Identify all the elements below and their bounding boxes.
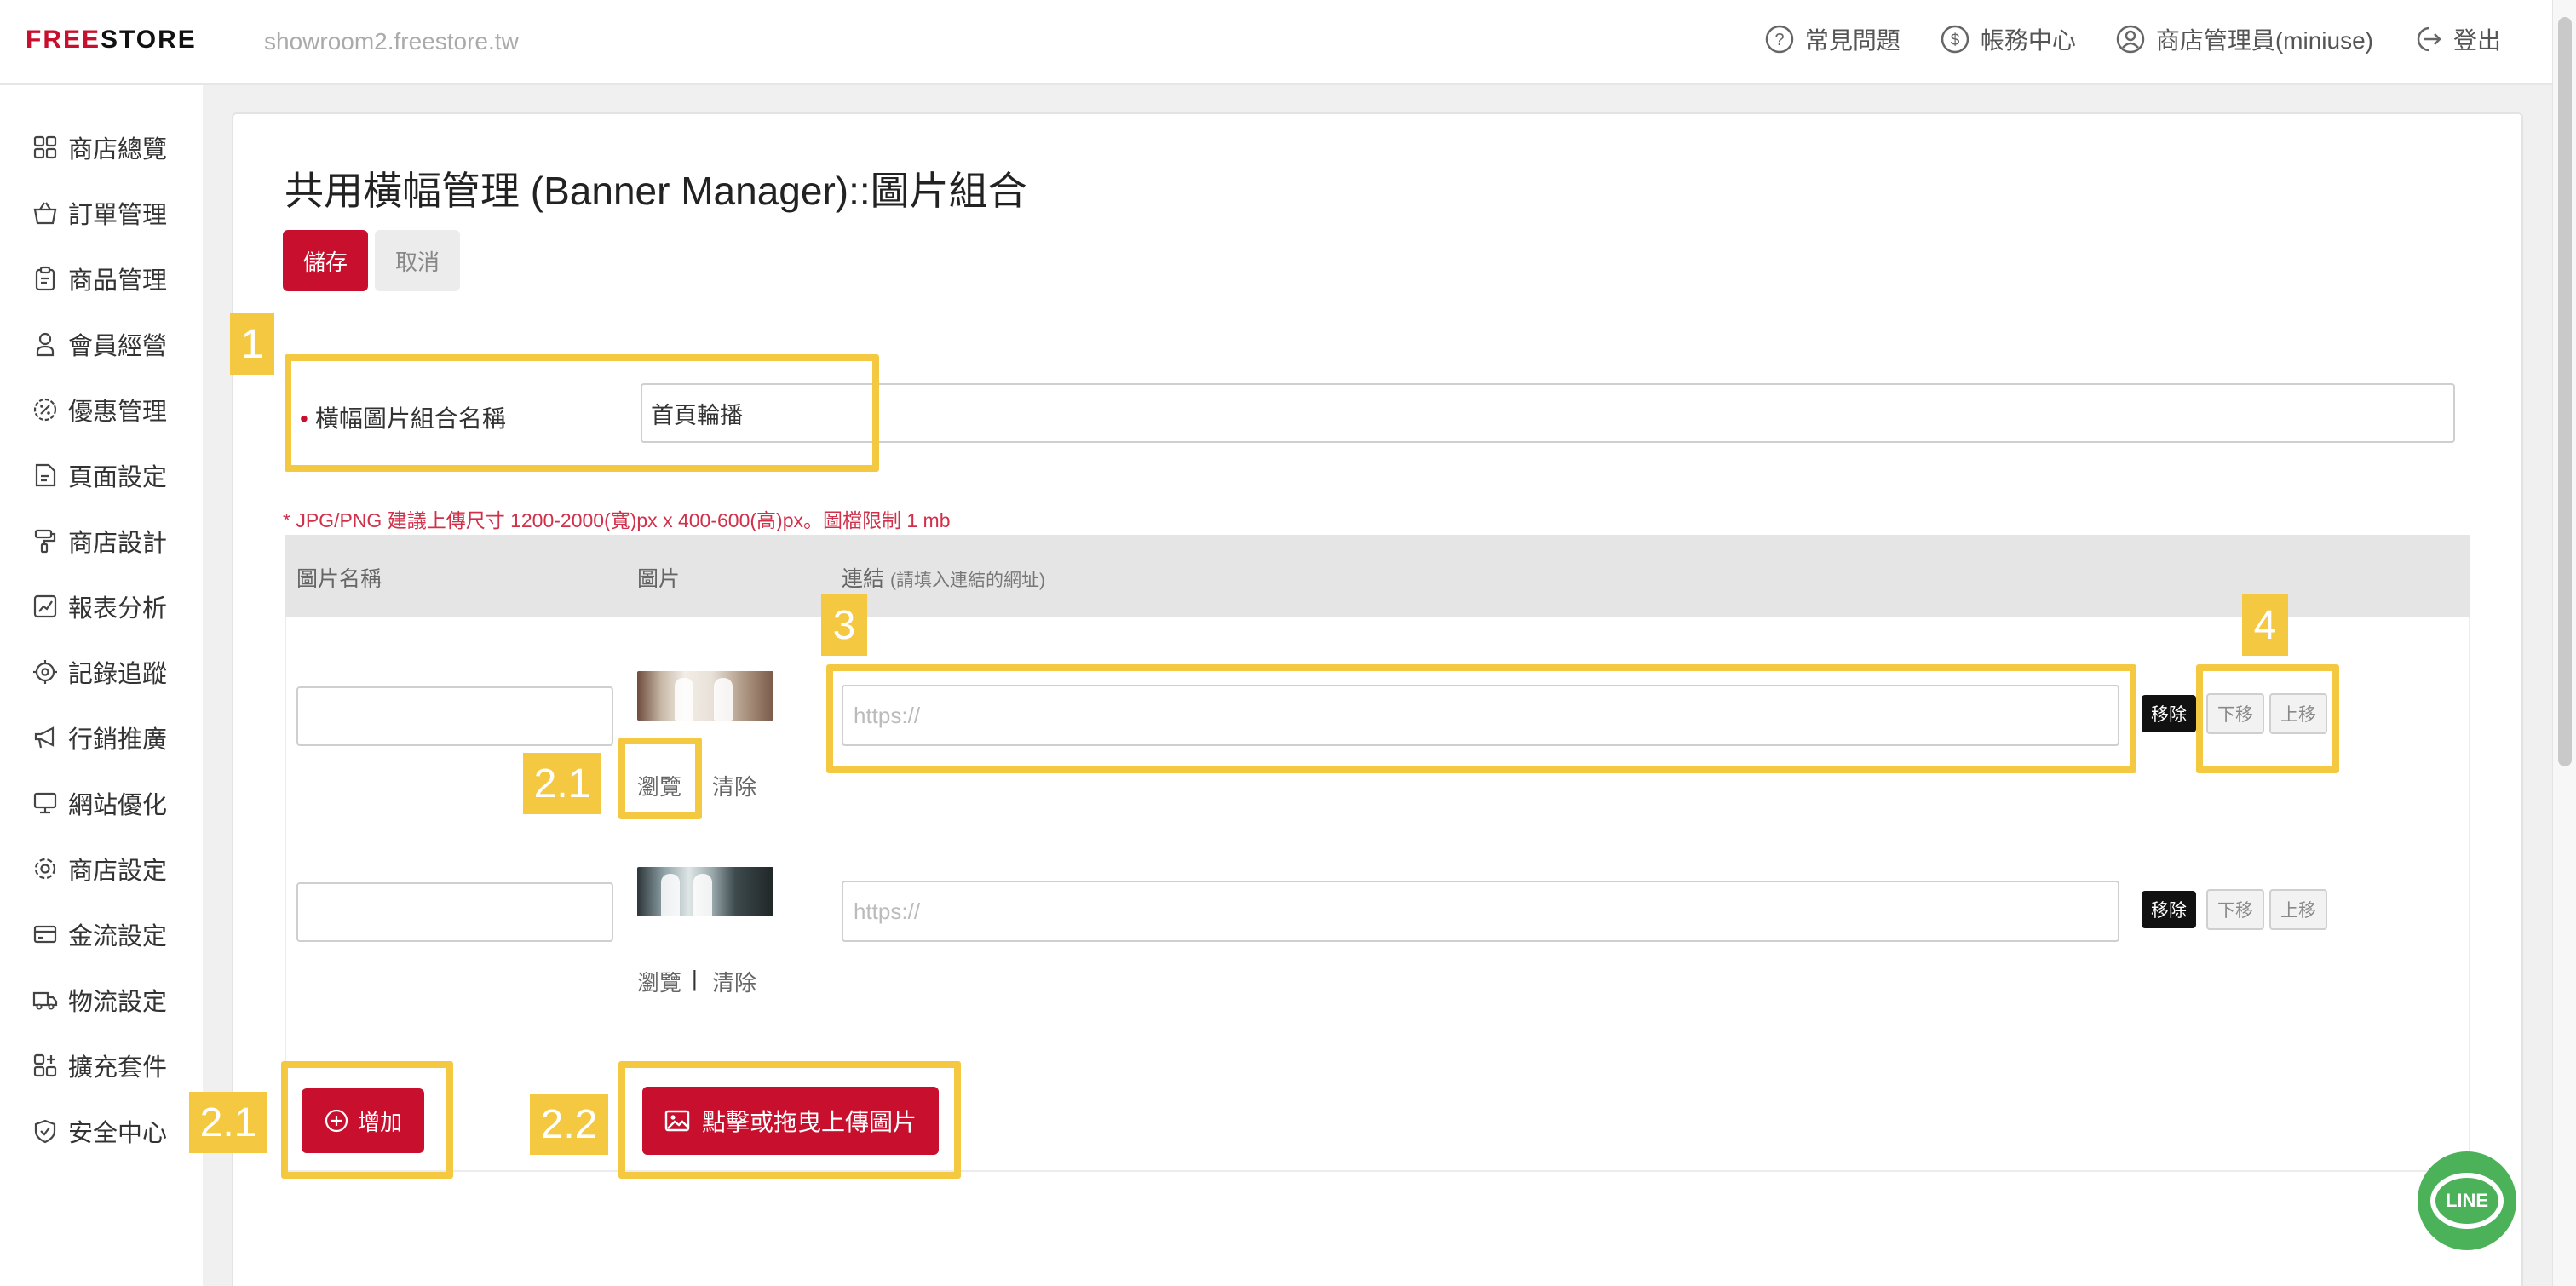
clear-link[interactable]: 清除 — [712, 966, 756, 997]
url-input[interactable] — [842, 685, 2119, 746]
page-title: 共用橫幅管理 (Banner Manager)::圖片組合 — [285, 169, 1027, 213]
sidebar-item-logistics[interactable]: 物流設定 — [32, 982, 167, 1018]
move-down-button[interactable]: 下移 — [2206, 889, 2264, 930]
banner-name-label: • 橫幅圖片組合名稱 — [300, 405, 506, 432]
annotation-tag-4: 4 — [2242, 594, 2288, 656]
sidebar-item-tracking[interactable]: 記錄追蹤 — [32, 654, 167, 690]
paint-roller-icon — [32, 528, 58, 554]
banner-thumbnail — [637, 671, 773, 721]
nav-billing[interactable]: $ 帳務中心 — [1940, 22, 2076, 56]
question-circle-icon: ? — [1764, 24, 1795, 55]
line-icon: LINE — [2430, 1173, 2504, 1229]
move-down-button[interactable]: 下移 — [2206, 693, 2264, 734]
user-circle-icon — [2115, 24, 2146, 55]
nav-logout[interactable]: 登出 — [2412, 22, 2501, 56]
svg-text:$: $ — [1951, 32, 1960, 49]
banner-thumbnail — [637, 867, 773, 916]
image-name-input[interactable] — [296, 882, 613, 942]
credit-card-icon — [32, 921, 58, 947]
sidebar-item-overview[interactable]: 商店總覽 — [32, 129, 167, 165]
discount-badge-icon — [32, 397, 58, 422]
megaphone-icon — [32, 725, 58, 750]
grid-icon — [32, 135, 58, 160]
shield-icon — [32, 1118, 58, 1144]
sidebar-item-payment[interactable]: 金流設定 — [32, 916, 167, 952]
chart-icon — [32, 594, 58, 619]
freestore-logo[interactable]: FREESTORE — [26, 26, 197, 55]
sidebar-item-plugins[interactable]: 擴充套件 — [32, 1048, 167, 1083]
sidebar-item-pages[interactable]: 頁面設定 — [32, 457, 167, 493]
user-icon — [32, 331, 58, 357]
annotation-tag-2-1: 2.1 — [523, 753, 601, 814]
annotation-tag-2-2: 2.2 — [530, 1094, 608, 1155]
plus-circle-icon — [324, 1108, 349, 1134]
nav-faq[interactable]: ? 常見問題 — [1764, 22, 1900, 56]
table-header — [285, 535, 2470, 617]
annotation-tag-1: 1 — [230, 313, 274, 375]
target-icon — [32, 659, 58, 685]
sidebar-item-discounts[interactable]: 優惠管理 — [32, 392, 167, 428]
browse-link[interactable]: 瀏覽 — [637, 966, 681, 997]
col-image: 圖片 — [637, 567, 681, 591]
scrollbar-thumb[interactable] — [2558, 17, 2572, 766]
url-input[interactable] — [842, 881, 2119, 942]
nav-store-admin[interactable]: 商店管理員(miniuse) — [2115, 22, 2373, 56]
sidebar-item-marketing[interactable]: 行銷推廣 — [32, 720, 167, 755]
logout-icon — [2412, 24, 2443, 55]
sidebar-item-seo[interactable]: 網站優化 — [32, 785, 167, 821]
save-button[interactable]: 儲存 — [283, 230, 368, 291]
store-domain: showroom2.freestore.tw — [264, 28, 519, 55]
top-bar: FREESTORE showroom2.freestore.tw ? 常見問題 … — [0, 0, 2552, 85]
annotation-tag-2-1-add: 2.1 — [189, 1092, 267, 1153]
required-marker: • — [300, 405, 308, 432]
monitor-icon — [32, 790, 58, 816]
add-row-button[interactable]: 增加 — [302, 1088, 424, 1153]
page-icon — [32, 462, 58, 488]
annotation-tag-3: 3 — [821, 594, 867, 656]
upload-image-button[interactable]: 點擊或拖曳上傳圖片 — [642, 1087, 939, 1155]
svg-text:?: ? — [1774, 31, 1784, 49]
upload-size-hint: * JPG/PNG 建議上傳尺寸 1200-2000(寬)px x 400-60… — [283, 509, 951, 531]
sidebar-item-security[interactable]: 安全中心 — [32, 1113, 167, 1149]
truck-icon — [32, 987, 58, 1013]
image-name-input[interactable] — [296, 686, 613, 746]
clipboard-icon — [32, 266, 58, 291]
browse-link[interactable]: 瀏覽 — [637, 770, 681, 801]
sidebar-item-products[interactable]: 商品管理 — [32, 261, 167, 296]
link-separator: | — [692, 966, 698, 991]
image-icon — [664, 1109, 690, 1133]
remove-button[interactable]: 移除 — [2142, 695, 2196, 732]
basket-icon — [32, 200, 58, 226]
clear-link[interactable]: 清除 — [712, 770, 756, 801]
col-link: 連結 (請填入連結的網址) — [842, 567, 1045, 591]
line-chat-button[interactable]: LINE — [2418, 1151, 2516, 1250]
banner-name-input[interactable] — [641, 383, 2455, 443]
top-nav: ? 常見問題 $ 帳務中心 商店管理員(miniuse) 登出 — [1764, 22, 2501, 56]
plugin-icon — [32, 1053, 58, 1078]
move-up-button[interactable]: 上移 — [2269, 693, 2327, 734]
remove-button[interactable]: 移除 — [2142, 891, 2196, 928]
sidebar-item-store-settings[interactable]: 商店設定 — [32, 851, 167, 887]
vertical-scrollbar[interactable] — [2552, 0, 2576, 1286]
sidebar-item-members[interactable]: 會員經營 — [32, 326, 167, 362]
sidebar: 商店總覽 訂單管理 商品管理 會員經營 優惠管理 頁面設定 商店設計 報表分析 … — [0, 85, 203, 1286]
move-up-button[interactable]: 上移 — [2269, 889, 2327, 930]
sidebar-item-orders[interactable]: 訂單管理 — [32, 195, 167, 231]
sidebar-item-design[interactable]: 商店設計 — [32, 523, 167, 559]
cancel-button[interactable]: 取消 — [375, 230, 460, 291]
sidebar-item-reports[interactable]: 報表分析 — [32, 588, 167, 624]
gear-icon — [32, 856, 58, 881]
col-image-name: 圖片名稱 — [296, 567, 382, 591]
dollar-circle-icon: $ — [1940, 24, 1970, 55]
